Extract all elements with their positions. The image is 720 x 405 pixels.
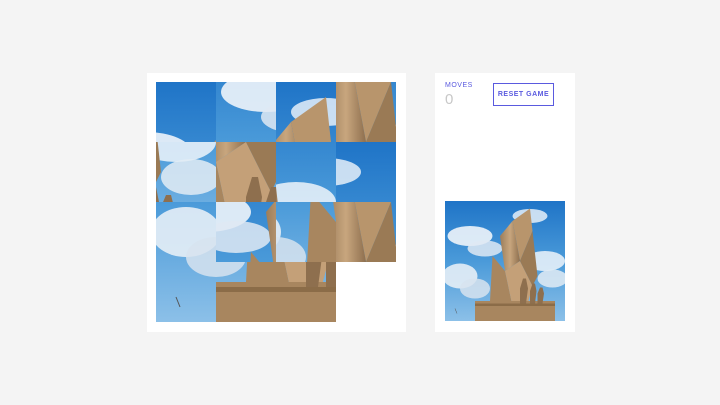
puzzle-tile[interactable] — [216, 82, 276, 142]
moves-count: 0 — [445, 91, 454, 108]
puzzle-board-card — [147, 73, 406, 332]
puzzle-tile[interactable] — [156, 142, 216, 202]
puzzle-tile[interactable] — [276, 142, 336, 202]
puzzle-tile[interactable] — [156, 262, 216, 322]
preview-image — [445, 201, 565, 321]
puzzle-tile[interactable] — [216, 142, 276, 202]
puzzle-tile[interactable] — [336, 142, 396, 202]
puzzle-tile[interactable] — [276, 202, 336, 262]
puzzle-board — [156, 82, 396, 322]
puzzle-tile[interactable] — [216, 202, 276, 262]
puzzle-tile[interactable] — [336, 82, 396, 142]
puzzle-tile[interactable] — [276, 262, 336, 322]
puzzle-tile[interactable] — [276, 82, 336, 142]
reset-game-button[interactable]: RESET GAME — [493, 83, 554, 106]
game-sidebar: MOVES 0 RESET GAME — [435, 73, 575, 332]
puzzle-tile[interactable] — [336, 202, 396, 262]
puzzle-tile[interactable] — [216, 262, 276, 322]
puzzle-tile[interactable] — [156, 202, 216, 262]
empty-tile-slot — [336, 262, 396, 322]
moves-label: MOVES — [445, 82, 473, 89]
puzzle-tile[interactable] — [156, 82, 216, 142]
